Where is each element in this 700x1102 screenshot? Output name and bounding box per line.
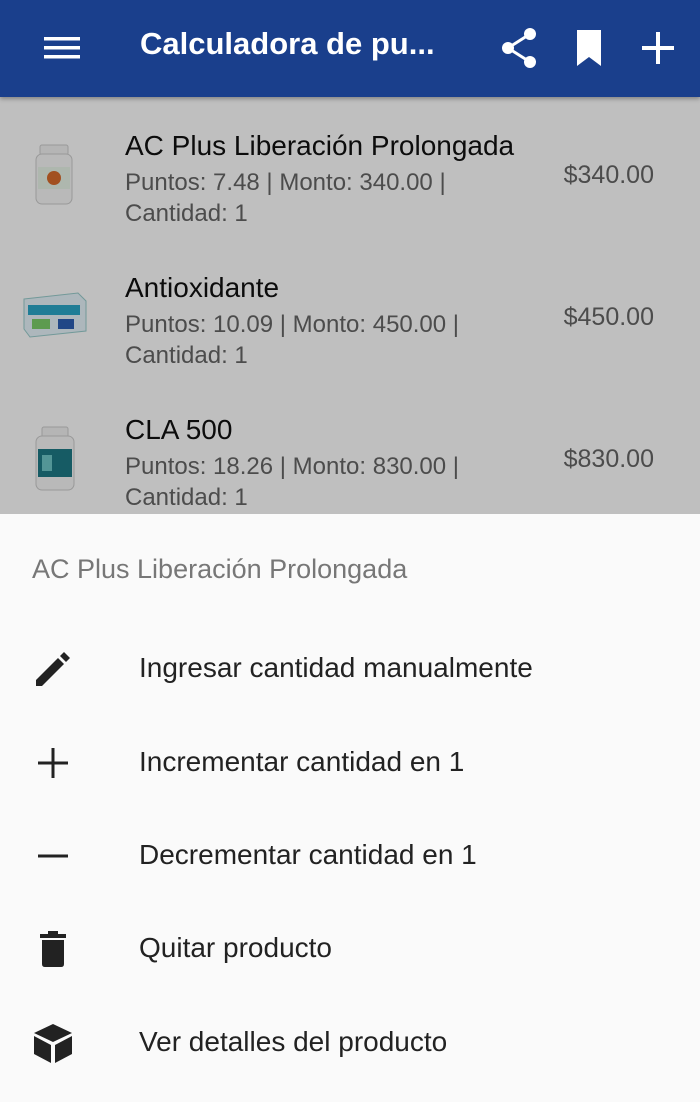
remove-product-option[interactable]: Quitar producto xyxy=(0,900,700,993)
plus-icon xyxy=(38,748,68,778)
app-bar: Calculadora de pu... xyxy=(0,0,700,97)
edit-quantity-option[interactable]: Ingresar cantidad manualmente xyxy=(0,620,700,713)
option-label: Quitar producto xyxy=(139,932,332,963)
share-icon[interactable] xyxy=(496,24,544,72)
menu-icon[interactable] xyxy=(38,30,86,66)
bottom-sheet: AC Plus Liberación Prolongada Ingresar c… xyxy=(0,514,700,1102)
pencil-icon xyxy=(36,652,70,686)
add-icon[interactable] xyxy=(634,24,682,72)
product-details-option[interactable]: Ver detalles del producto xyxy=(0,994,700,1087)
increment-option[interactable]: Incrementar cantidad en 1 xyxy=(0,714,700,807)
option-label: Ver detalles del producto xyxy=(139,1026,448,1057)
option-label: Ingresar cantidad manualmente xyxy=(139,652,533,683)
bookmark-icon[interactable] xyxy=(565,24,613,72)
option-label: Incrementar cantidad en 1 xyxy=(139,746,465,777)
trash-icon xyxy=(40,931,66,967)
page-title: Calculadora de pu... xyxy=(140,26,435,61)
sheet-title: AC Plus Liberación Prolongada xyxy=(32,554,408,584)
box-icon xyxy=(34,1024,72,1063)
option-label: Decrementar cantidad en 1 xyxy=(139,839,477,870)
minus-icon xyxy=(38,854,68,858)
decrement-option[interactable]: Decrementar cantidad en 1 xyxy=(0,807,700,900)
modal-scrim[interactable] xyxy=(0,97,700,514)
